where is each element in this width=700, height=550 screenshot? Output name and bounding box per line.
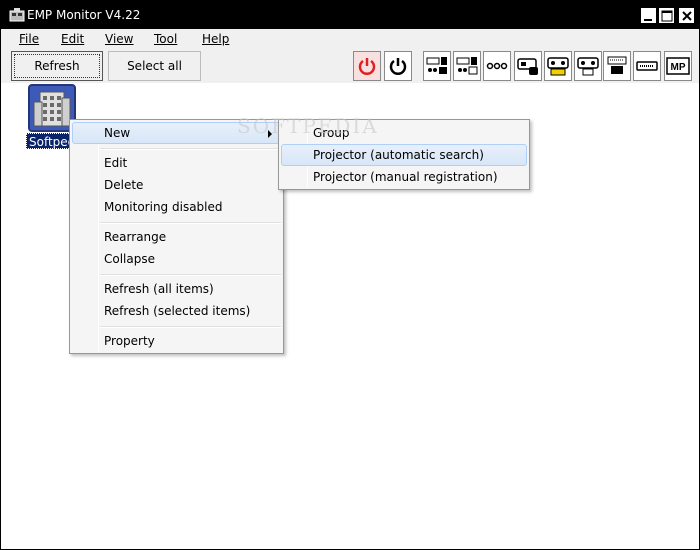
title-bar: EMP Monitor V4.22: [1, 1, 699, 29]
window-title: EMP Monitor V4.22: [27, 8, 141, 22]
input-1-button[interactable]: [423, 51, 451, 81]
power-off-icon: [389, 58, 407, 75]
power-on-icon: [358, 58, 376, 75]
ctx-refresh-selected[interactable]: Refresh (selected items): [72, 300, 281, 322]
context-menu: New Edit Delete Monitoring disabled Rear…: [69, 119, 284, 354]
video-icon: [547, 57, 569, 76]
menu-help[interactable]: Help: [202, 32, 229, 46]
ctx-edit[interactable]: Edit: [72, 152, 281, 174]
watermark: SOFTPEDIA: [237, 114, 379, 138]
sub-projector-auto[interactable]: Projector (automatic search): [281, 144, 527, 166]
hdmi-button[interactable]: [633, 51, 661, 81]
input-1-icon: [426, 57, 447, 74]
separator: [100, 274, 281, 276]
video-button[interactable]: [544, 51, 572, 81]
menu-edit[interactable]: Edit: [61, 32, 84, 46]
no-signal-button[interactable]: [483, 51, 511, 81]
ctx-collapse[interactable]: Collapse: [72, 248, 281, 270]
no-signal-icon: [486, 62, 508, 70]
maximize-button[interactable]: [658, 7, 675, 24]
close-icon: [682, 11, 692, 21]
refresh-button[interactable]: Refresh: [11, 51, 103, 81]
sub-projector-manual[interactable]: Projector (manual registration): [281, 166, 527, 188]
computer-button[interactable]: [603, 51, 631, 81]
mp-button[interactable]: MP: [664, 51, 692, 81]
separator: [100, 148, 281, 150]
ctx-delete[interactable]: Delete: [72, 174, 281, 196]
app-window: EMP Monitor V4.22 File Edit View Tool He…: [0, 0, 700, 550]
mp-label: MP: [671, 62, 686, 73]
toolbar: Refresh Select all MP: [1, 49, 699, 83]
select-all-button[interactable]: Select all: [108, 51, 201, 81]
ctx-monitoring-disabled[interactable]: Monitoring disabled: [72, 196, 281, 218]
computer-icon: [607, 56, 627, 74]
separator: [100, 222, 281, 224]
input-2-icon: [456, 57, 478, 75]
minimize-icon: [644, 19, 652, 21]
s-video-button[interactable]: [514, 51, 542, 81]
close-button[interactable]: [678, 7, 695, 24]
minimize-button[interactable]: [640, 7, 657, 24]
menu-bar: File Edit View Tool Help: [1, 29, 699, 49]
power-on-button[interactable]: [353, 51, 381, 81]
ctx-refresh-all[interactable]: Refresh (all items): [72, 278, 281, 300]
component-button[interactable]: [574, 51, 602, 81]
menu-file[interactable]: File: [19, 32, 39, 46]
ctx-new-label: New: [104, 126, 131, 140]
app-icon: [9, 8, 25, 22]
ctx-property[interactable]: Property: [72, 330, 281, 352]
menu-view[interactable]: View: [105, 32, 133, 46]
menu-tool[interactable]: Tool: [154, 32, 177, 46]
input-2-button[interactable]: [453, 51, 481, 81]
component-icon: [577, 57, 599, 76]
maximize-icon: [661, 10, 673, 22]
s-video-icon: [517, 58, 538, 75]
hdmi-icon: [636, 61, 658, 71]
ctx-rearrange[interactable]: Rearrange: [72, 226, 281, 248]
separator: [100, 326, 281, 328]
power-off-button[interactable]: [384, 51, 412, 81]
mp-icon: MP: [666, 57, 690, 75]
